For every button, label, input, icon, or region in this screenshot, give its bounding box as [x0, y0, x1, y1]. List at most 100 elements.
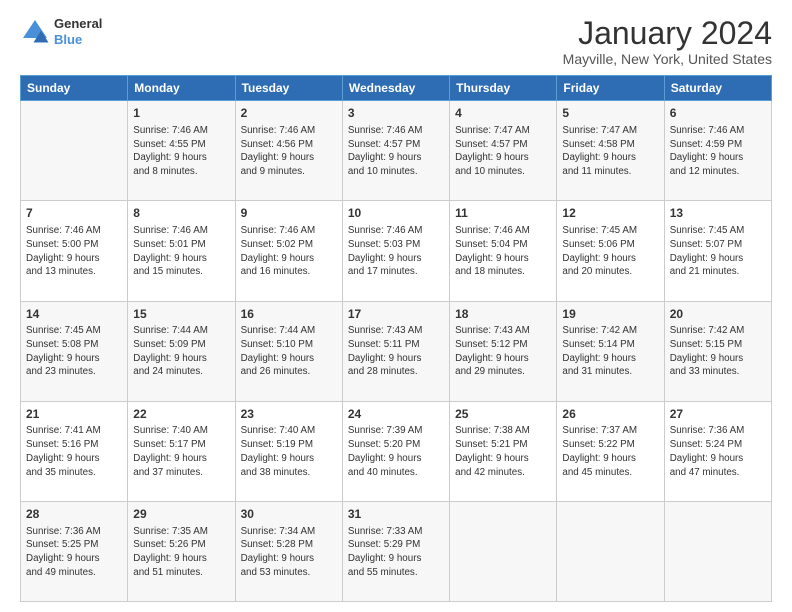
- main-title: January 2024: [563, 16, 772, 51]
- calendar-cell: 7 Sunrise: 7:46 AM Sunset: 5:00 PM Daylig…: [21, 201, 128, 301]
- calendar-cell: 22Sunrise: 7:40 AM Sunset: 5:17 PM Dayli…: [128, 401, 235, 501]
- calendar-cell: 2 Sunrise: 7:46 AM Sunset: 4:56 PM Daylig…: [235, 101, 342, 201]
- day-info: Sunrise: 7:46 AM Sunset: 4:59 PM Dayligh…: [670, 124, 766, 179]
- header-day-thursday: Thursday: [450, 76, 557, 101]
- day-info: Sunrise: 7:46 AM Sunset: 5:03 PM Dayligh…: [348, 224, 444, 279]
- calendar-cell: 24Sunrise: 7:39 AM Sunset: 5:20 PM Dayli…: [342, 401, 449, 501]
- calendar-cell: 26Sunrise: 7:37 AM Sunset: 5:22 PM Dayli…: [557, 401, 664, 501]
- page: General Blue January 2024 Mayville, New …: [0, 0, 792, 612]
- day-info: Sunrise: 7:39 AM Sunset: 5:20 PM Dayligh…: [348, 424, 444, 479]
- calendar-cell: 16Sunrise: 7:44 AM Sunset: 5:10 PM Dayli…: [235, 301, 342, 401]
- day-info: Sunrise: 7:46 AM Sunset: 5:00 PM Dayligh…: [26, 224, 122, 279]
- day-number: 16: [241, 306, 337, 323]
- day-info: Sunrise: 7:47 AM Sunset: 4:57 PM Dayligh…: [455, 124, 551, 179]
- header-day-friday: Friday: [557, 76, 664, 101]
- calendar-cell: 18Sunrise: 7:43 AM Sunset: 5:12 PM Dayli…: [450, 301, 557, 401]
- day-info: Sunrise: 7:45 AM Sunset: 5:08 PM Dayligh…: [26, 324, 122, 379]
- calendar-cell: 8Sunrise: 7:46 AM Sunset: 5:01 PM Daylig…: [128, 201, 235, 301]
- calendar-cell: 23Sunrise: 7:40 AM Sunset: 5:19 PM Dayli…: [235, 401, 342, 501]
- day-info: Sunrise: 7:46 AM Sunset: 4:55 PM Dayligh…: [133, 124, 229, 179]
- header: General Blue January 2024 Mayville, New …: [20, 16, 772, 67]
- calendar-cell: 30 Sunrise: 7:34 AM Sunset: 5:28 PM Dayli…: [235, 501, 342, 601]
- calendar-cell: [450, 501, 557, 601]
- calendar-cell: [557, 501, 664, 601]
- logo-icon: [20, 17, 50, 47]
- day-info: Sunrise: 7:46 AM Sunset: 5:04 PM Dayligh…: [455, 224, 551, 279]
- day-info: Sunrise: 7:41 AM Sunset: 5:16 PM Dayligh…: [26, 424, 122, 479]
- calendar-cell: [664, 501, 771, 601]
- day-number: 11: [455, 205, 551, 222]
- title-block: January 2024 Mayville, New York, United …: [563, 16, 772, 67]
- day-info: Sunrise: 7:38 AM Sunset: 5:21 PM Dayligh…: [455, 424, 551, 479]
- calendar-cell: 5Sunrise: 7:47 AM Sunset: 4:58 PM Daylig…: [557, 101, 664, 201]
- day-info: Sunrise: 7:47 AM Sunset: 4:58 PM Dayligh…: [562, 124, 658, 179]
- calendar-week-3: 14Sunrise: 7:45 AM Sunset: 5:08 PM Dayli…: [21, 301, 772, 401]
- day-info: Sunrise: 7:46 AM Sunset: 4:57 PM Dayligh…: [348, 124, 444, 179]
- calendar-cell: 13 Sunrise: 7:45 AM Sunset: 5:07 PM Dayli…: [664, 201, 771, 301]
- day-info: Sunrise: 7:46 AM Sunset: 5:02 PM Dayligh…: [241, 224, 337, 279]
- day-number: 15: [133, 306, 229, 323]
- day-number: 14: [26, 306, 122, 323]
- day-info: Sunrise: 7:42 AM Sunset: 5:14 PM Dayligh…: [562, 324, 658, 379]
- logo-line2: Blue: [54, 32, 82, 47]
- day-info: Sunrise: 7:45 AM Sunset: 5:06 PM Dayligh…: [562, 224, 658, 279]
- calendar-cell: 20Sunrise: 7:42 AM Sunset: 5:15 PM Dayli…: [664, 301, 771, 401]
- calendar-cell: 31 Sunrise: 7:33 AM Sunset: 5:29 PM Dayli…: [342, 501, 449, 601]
- day-info: Sunrise: 7:44 AM Sunset: 5:10 PM Dayligh…: [241, 324, 337, 379]
- day-number: 19: [562, 306, 658, 323]
- day-number: 29: [133, 506, 229, 523]
- header-day-tuesday: Tuesday: [235, 76, 342, 101]
- day-number: 21: [26, 406, 122, 423]
- day-info: Sunrise: 7:37 AM Sunset: 5:22 PM Dayligh…: [562, 424, 658, 479]
- calendar-cell: 4Sunrise: 7:47 AM Sunset: 4:57 PM Daylig…: [450, 101, 557, 201]
- day-number: 22: [133, 406, 229, 423]
- calendar-cell: 15Sunrise: 7:44 AM Sunset: 5:09 PM Dayli…: [128, 301, 235, 401]
- day-number: 12: [562, 205, 658, 222]
- calendar-cell: 1 Sunrise: 7:46 AM Sunset: 4:55 PM Daylig…: [128, 101, 235, 201]
- day-info: Sunrise: 7:34 AM Sunset: 5:28 PM Dayligh…: [241, 525, 337, 580]
- day-number: 30: [241, 506, 337, 523]
- day-number: 1: [133, 105, 229, 122]
- day-info: Sunrise: 7:43 AM Sunset: 5:11 PM Dayligh…: [348, 324, 444, 379]
- calendar-cell: 14Sunrise: 7:45 AM Sunset: 5:08 PM Dayli…: [21, 301, 128, 401]
- logo-line1: General: [54, 16, 102, 32]
- day-info: Sunrise: 7:45 AM Sunset: 5:07 PM Dayligh…: [670, 224, 766, 279]
- calendar-cell: 11 Sunrise: 7:46 AM Sunset: 5:04 PM Dayli…: [450, 201, 557, 301]
- day-number: 28: [26, 506, 122, 523]
- day-number: 10: [348, 205, 444, 222]
- day-info: Sunrise: 7:46 AM Sunset: 4:56 PM Dayligh…: [241, 124, 337, 179]
- subtitle: Mayville, New York, United States: [563, 51, 772, 67]
- logo: General Blue: [20, 16, 102, 47]
- calendar-table: SundayMondayTuesdayWednesdayThursdayFrid…: [20, 75, 772, 602]
- day-number: 26: [562, 406, 658, 423]
- calendar-body: 1 Sunrise: 7:46 AM Sunset: 4:55 PM Daylig…: [21, 101, 772, 602]
- day-number: 13: [670, 205, 766, 222]
- day-number: 20: [670, 306, 766, 323]
- day-number: 25: [455, 406, 551, 423]
- day-number: 31: [348, 506, 444, 523]
- calendar-cell: 19Sunrise: 7:42 AM Sunset: 5:14 PM Dayli…: [557, 301, 664, 401]
- day-number: 6: [670, 105, 766, 122]
- day-number: 23: [241, 406, 337, 423]
- day-info: Sunrise: 7:44 AM Sunset: 5:09 PM Dayligh…: [133, 324, 229, 379]
- day-info: Sunrise: 7:42 AM Sunset: 5:15 PM Dayligh…: [670, 324, 766, 379]
- day-number: 18: [455, 306, 551, 323]
- day-number: 8: [133, 205, 229, 222]
- calendar-cell: 12 Sunrise: 7:45 AM Sunset: 5:06 PM Dayli…: [557, 201, 664, 301]
- day-number: 17: [348, 306, 444, 323]
- day-number: 7: [26, 205, 122, 222]
- calendar-cell: 6 Sunrise: 7:46 AM Sunset: 4:59 PM Daylig…: [664, 101, 771, 201]
- day-number: 24: [348, 406, 444, 423]
- calendar-cell: 3 Sunrise: 7:46 AM Sunset: 4:57 PM Daylig…: [342, 101, 449, 201]
- header-day-saturday: Saturday: [664, 76, 771, 101]
- day-info: Sunrise: 7:35 AM Sunset: 5:26 PM Dayligh…: [133, 525, 229, 580]
- calendar-week-1: 1 Sunrise: 7:46 AM Sunset: 4:55 PM Daylig…: [21, 101, 772, 201]
- calendar-header: SundayMondayTuesdayWednesdayThursdayFrid…: [21, 76, 772, 101]
- day-number: 2: [241, 105, 337, 122]
- day-info: Sunrise: 7:40 AM Sunset: 5:17 PM Dayligh…: [133, 424, 229, 479]
- day-number: 3: [348, 105, 444, 122]
- day-info: Sunrise: 7:36 AM Sunset: 5:24 PM Dayligh…: [670, 424, 766, 479]
- day-number: 9: [241, 205, 337, 222]
- calendar-week-2: 7 Sunrise: 7:46 AM Sunset: 5:00 PM Daylig…: [21, 201, 772, 301]
- day-info: Sunrise: 7:33 AM Sunset: 5:29 PM Dayligh…: [348, 525, 444, 580]
